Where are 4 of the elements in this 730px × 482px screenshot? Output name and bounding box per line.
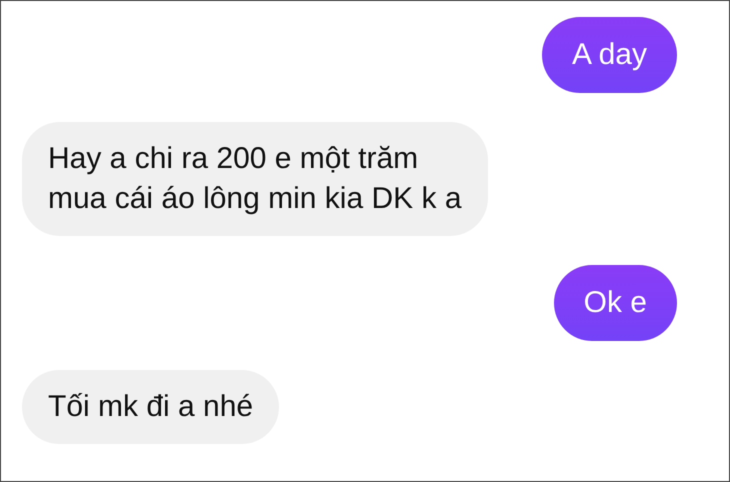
- sent-message-bubble: A day: [542, 17, 677, 93]
- received-message-bubble: Tối mk đi a nhé: [22, 370, 280, 444]
- received-message-bubble: Hay a chi ra 200 e một trăm mua cái áo lông min kia DK k a: [22, 122, 488, 236]
- sent-message-bubble: Ok e: [554, 265, 677, 341]
